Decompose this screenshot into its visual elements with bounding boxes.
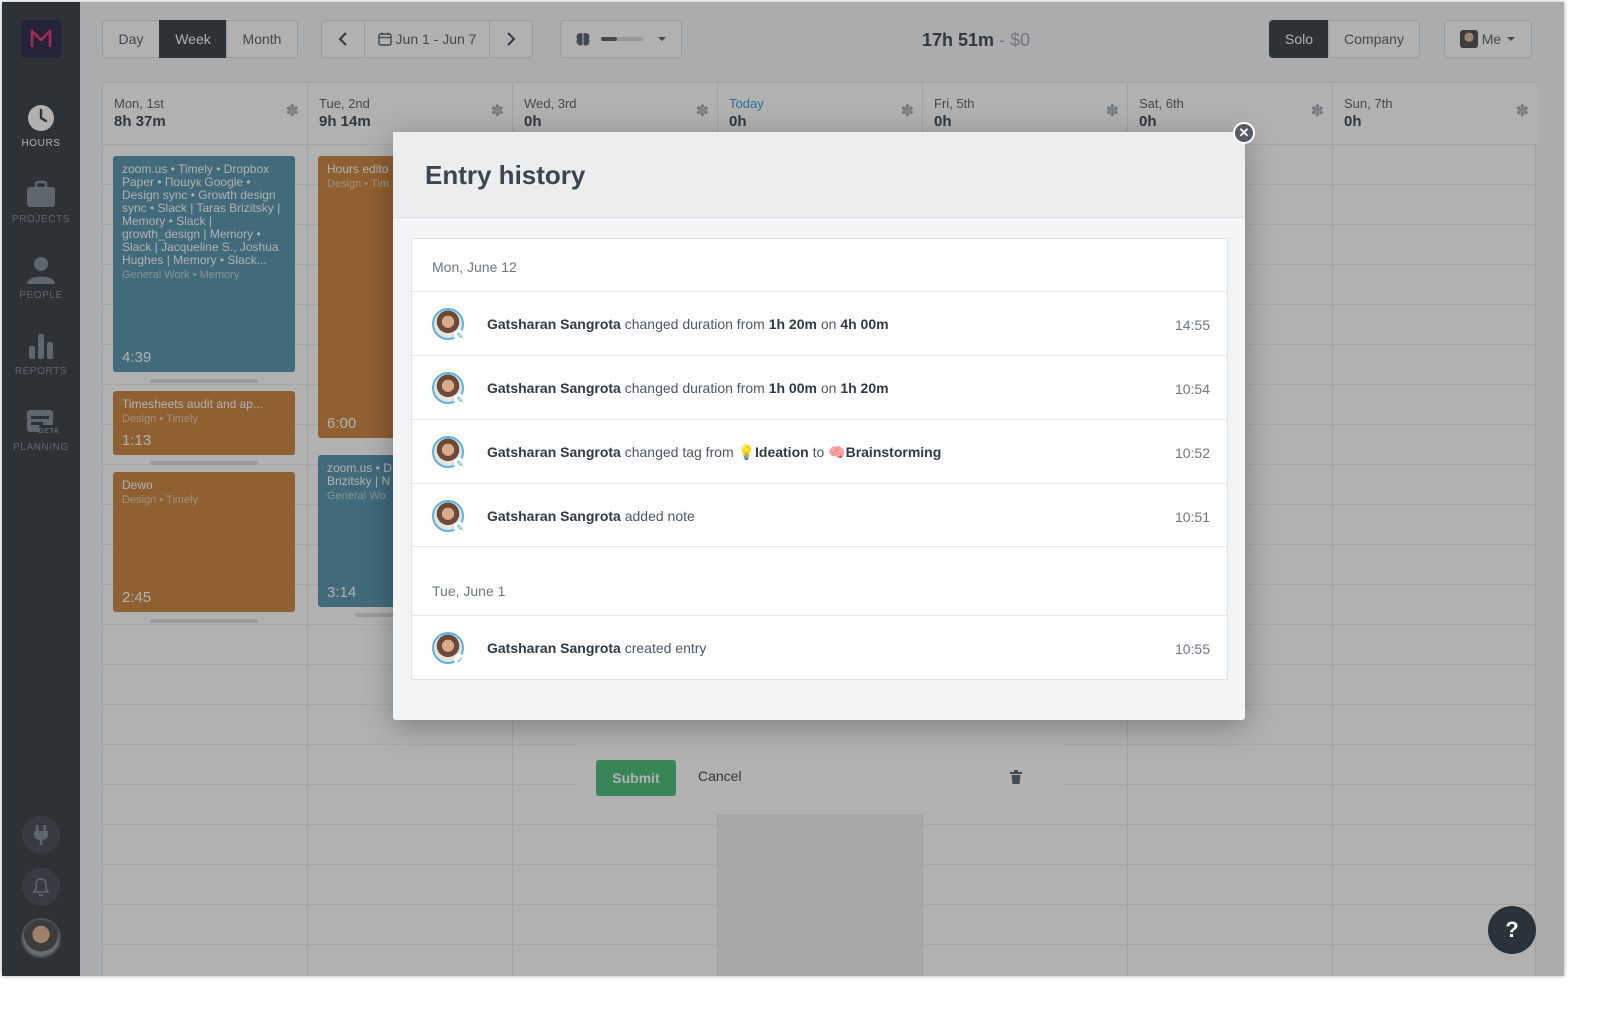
history-item: ✎ Gatsharan Sangrota changed duration fr… bbox=[412, 291, 1227, 355]
history-text: Gatsharan Sangrota changed duration from… bbox=[487, 380, 889, 396]
history-connector: on bbox=[820, 380, 837, 396]
history-item: ✎ Gatsharan Sangrota changed duration fr… bbox=[412, 355, 1227, 419]
history-user: Gatsharan Sangrota bbox=[487, 444, 621, 460]
help-button[interactable]: ? bbox=[1488, 906, 1536, 954]
history-user: Gatsharan Sangrota bbox=[487, 640, 621, 656]
history-time: 10:55 bbox=[1174, 641, 1210, 657]
history-item: ✎ Gatsharan Sangrota changed tag from 💡I… bbox=[412, 419, 1227, 483]
history-time: 10:52 bbox=[1174, 445, 1210, 461]
history-user: Gatsharan Sangrota bbox=[487, 380, 621, 396]
history-time: 10:51 bbox=[1174, 509, 1210, 525]
history-text: Gatsharan Sangrota created entry bbox=[487, 640, 706, 656]
history-from: 1h 20m bbox=[768, 316, 817, 332]
history-item: ✎ Gatsharan Sangrota added note 10:51 bbox=[412, 483, 1227, 547]
history-action: changed tag from bbox=[624, 444, 734, 460]
history-to: 4h 00m bbox=[840, 316, 889, 332]
history-user: Gatsharan Sangrota bbox=[487, 316, 621, 332]
history-action: changed duration from bbox=[624, 316, 765, 332]
history-to: 🧠Brainstorming bbox=[828, 444, 942, 460]
history-user: Gatsharan Sangrota bbox=[487, 508, 621, 524]
check-icon: ✓ bbox=[454, 654, 466, 666]
history-to: 1h 20m bbox=[840, 380, 889, 396]
history-time: 14:55 bbox=[1174, 317, 1210, 333]
history-action: created entry bbox=[624, 640, 707, 656]
history-time: 10:54 bbox=[1174, 381, 1210, 397]
history-date-header: Tue, June 1 bbox=[432, 583, 506, 599]
history-date-header: Mon, June 12 bbox=[432, 259, 517, 275]
history-action: added note bbox=[624, 508, 695, 524]
edit-icon: ✎ bbox=[454, 522, 466, 534]
entry-history-modal: Entry history ✕ Mon, June 12 ✎ Gatsharan… bbox=[393, 122, 1255, 720]
history-action: changed duration from bbox=[624, 380, 765, 396]
history-list: Mon, June 12 ✎ Gatsharan Sangrota change… bbox=[411, 238, 1228, 680]
close-icon: ✕ bbox=[1238, 125, 1250, 140]
history-from: 💡Ideation bbox=[737, 444, 809, 460]
edit-icon: ✎ bbox=[454, 330, 466, 342]
history-from: 1h 00m bbox=[768, 380, 817, 396]
history-item: ✓ Gatsharan Sangrota created entry 10:55 bbox=[412, 615, 1227, 679]
edit-icon: ✎ bbox=[454, 458, 466, 470]
close-button[interactable]: ✕ bbox=[1233, 122, 1255, 144]
modal-header: Entry history bbox=[393, 132, 1245, 218]
history-text: Gatsharan Sangrota changed duration from… bbox=[487, 316, 889, 332]
history-text: Gatsharan Sangrota changed tag from 💡Ide… bbox=[487, 444, 941, 461]
history-text: Gatsharan Sangrota added note bbox=[487, 508, 695, 524]
app-window: HOURS PROJECTS PEOPLE REPORTS BETA PLANN… bbox=[2, 2, 1564, 976]
modal-title: Entry history bbox=[425, 160, 586, 190]
history-connector: to bbox=[812, 444, 825, 460]
history-connector: on bbox=[820, 316, 837, 332]
edit-icon: ✎ bbox=[454, 394, 466, 406]
